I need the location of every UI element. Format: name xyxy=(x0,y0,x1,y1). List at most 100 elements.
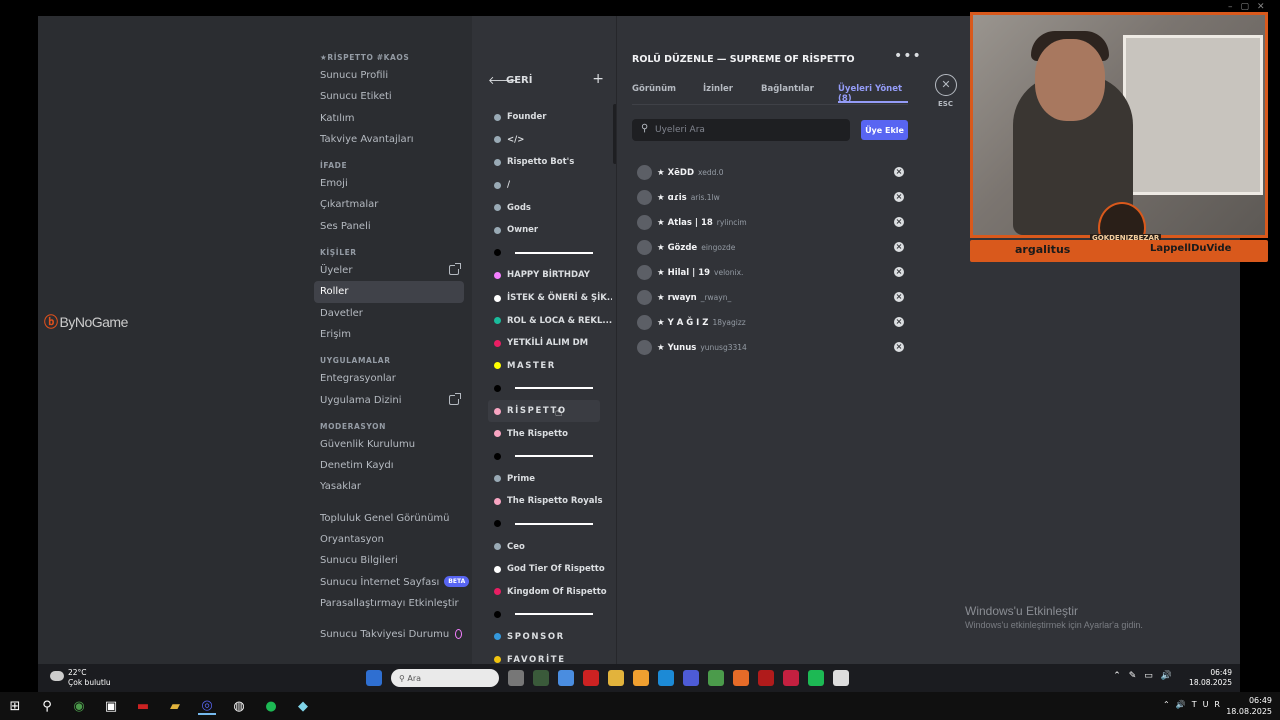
chrome-icon[interactable] xyxy=(708,670,724,686)
app-icon[interactable] xyxy=(583,670,599,686)
edge-icon[interactable] xyxy=(658,670,674,686)
add-member-button[interactable]: Üye Ekle xyxy=(861,120,908,140)
role-item[interactable]: FAVORİTE xyxy=(494,648,612,664)
app-icon[interactable] xyxy=(558,670,574,686)
sidebar-item[interactable]: Topluluk Genel Görünümü xyxy=(314,508,464,529)
member-row[interactable]: ★ Gözde eingozde × xyxy=(637,235,907,260)
role-item[interactable]: / xyxy=(494,174,612,197)
role-separator[interactable] xyxy=(494,242,612,265)
sidebar-item[interactable]: Ses Paneli xyxy=(314,216,464,237)
role-item[interactable]: SPONSOR xyxy=(494,626,612,649)
discord-icon[interactable]: ◎ xyxy=(198,697,216,715)
role-separator[interactable] xyxy=(494,513,612,536)
sidebar-item[interactable]: Çıkartmalar xyxy=(314,194,464,215)
back-button[interactable]: GERİ xyxy=(506,75,532,86)
role-item[interactable]: ROL & LOCA & REKL... xyxy=(494,309,612,332)
remove-member-icon[interactable]: × xyxy=(894,192,904,202)
role-item[interactable]: Founder xyxy=(494,106,612,129)
sidebar-item[interactable]: Oryantasyon xyxy=(314,529,464,550)
search-icon[interactable]: ⚲ xyxy=(38,697,56,715)
role-separator[interactable] xyxy=(494,603,612,626)
sidebar-item[interactable]: Yasaklar xyxy=(314,476,464,497)
member-row[interactable]: ★ Yunus yunusg3314 × xyxy=(637,335,907,360)
spotify-icon[interactable] xyxy=(808,670,824,686)
member-row[interactable]: ★ Atlas | 18 rylincim × xyxy=(637,210,907,235)
inner-clock[interactable]: 06:49 18.08.2025 xyxy=(1189,668,1232,688)
task-view-icon[interactable] xyxy=(508,670,524,686)
app-icon[interactable]: ▬ xyxy=(134,697,152,715)
more-options-button[interactable]: ••• xyxy=(894,48,922,64)
windows-start-icon[interactable] xyxy=(366,670,382,686)
sidebar-item[interactable]: Parasallaştırmayı Etkinleştir xyxy=(314,593,464,614)
remove-member-icon[interactable]: × xyxy=(894,217,904,227)
sidebar-item[interactable]: Erişim xyxy=(314,324,464,345)
remove-member-icon[interactable]: × xyxy=(894,267,904,277)
role-item[interactable]: The Rispetto Royals xyxy=(494,490,612,513)
sidebar-item[interactable]: Entegrasyonlar xyxy=(314,368,464,389)
app-icon[interactable]: ▣ xyxy=(102,697,120,715)
add-role-button[interactable]: + xyxy=(592,71,604,87)
member-row[interactable]: ★ Y A Ğ I Z 18yagizz × xyxy=(637,310,907,335)
role-item[interactable]: Ceo xyxy=(494,535,612,558)
app-icon[interactable] xyxy=(833,670,849,686)
sidebar-item[interactable]: Güvenlik Kurulumu xyxy=(314,434,464,455)
folder-icon[interactable]: ▰ xyxy=(166,697,184,715)
role-item[interactable]: RİSPETTO ☝ xyxy=(488,399,600,423)
remove-member-icon[interactable]: × xyxy=(894,342,904,352)
role-item[interactable]: YETKİLİ ALIM DM xyxy=(494,332,612,355)
role-item[interactable]: İSTEK & ÖNERİ & ŞİK... xyxy=(494,287,612,310)
role-item[interactable]: HAPPY BİRTHDAY xyxy=(494,264,612,287)
member-row[interactable]: ★ rwayn _rwayn_ × xyxy=(637,285,907,310)
tab-3[interactable]: Üyeleri Yönet (8) xyxy=(838,84,908,104)
role-item[interactable]: God Tier Of Rispetto xyxy=(494,558,612,581)
role-item[interactable]: MASTER xyxy=(494,355,612,378)
app-icon[interactable] xyxy=(758,670,774,686)
sidebar-item[interactable]: Emoji xyxy=(314,173,464,194)
member-search[interactable]: ⚲ xyxy=(632,119,850,141)
sidebar-item[interactable]: Sunucu Etiketi xyxy=(314,86,464,107)
role-item[interactable]: The Rispetto xyxy=(494,422,612,445)
folder-icon[interactable] xyxy=(608,670,624,686)
member-row[interactable]: ★ Hilal | 19 velonix. × xyxy=(637,260,907,285)
role-separator[interactable] xyxy=(494,445,612,468)
sidebar-item[interactable]: Takviye Avantajları xyxy=(314,129,464,150)
remove-member-icon[interactable]: × xyxy=(894,167,904,177)
inner-search-box[interactable]: ⚲ Ara xyxy=(391,669,499,687)
app-icon[interactable] xyxy=(533,670,549,686)
app-icon[interactable]: ◆ xyxy=(294,697,312,715)
remove-member-icon[interactable]: × xyxy=(894,317,904,327)
tab-1[interactable]: İzinler xyxy=(703,84,733,94)
member-row[interactable]: ★ ɑɾis aris.1lw × xyxy=(637,185,907,210)
chrome-icon[interactable]: ◉ xyxy=(70,697,88,715)
search-input[interactable] xyxy=(655,121,841,139)
role-item[interactable]: Rispetto Bot's xyxy=(494,151,612,174)
member-row[interactable]: ★ XēDD xedd.0 × xyxy=(637,160,907,185)
spotify-icon[interactable]: ● xyxy=(262,697,280,715)
sidebar-item[interactable]: Sunucu Takviyesi Durumu xyxy=(314,624,464,645)
remove-member-icon[interactable]: × xyxy=(894,292,904,302)
sidebar-item[interactable]: Sunucu İnternet Sayfası BETA xyxy=(314,572,470,593)
app-icon[interactable] xyxy=(783,670,799,686)
close-icon[interactable]: ✕ xyxy=(935,74,957,96)
outer-clock[interactable]: 06:49 18.08.2025 xyxy=(1226,695,1272,717)
tab-2[interactable]: Bağlantılar xyxy=(761,84,814,94)
sidebar-item[interactable]: Roller xyxy=(314,281,464,303)
sidebar-item[interactable]: Denetim Kaydı xyxy=(314,455,464,476)
sidebar-item[interactable]: Davetler xyxy=(314,303,464,324)
app-icon[interactable] xyxy=(633,670,649,686)
outer-system-tray[interactable]: ⌃🔊TUR xyxy=(1163,700,1226,709)
sidebar-item[interactable]: Uygulama Dizini xyxy=(314,390,464,411)
window-controls[interactable]: –▢✕ xyxy=(1228,2,1273,12)
firefox-icon[interactable] xyxy=(733,670,749,686)
windows-start-icon[interactable]: ⊞ xyxy=(6,697,24,715)
tab-0[interactable]: Görünüm xyxy=(632,84,676,94)
sidebar-item[interactable]: Sunucu Profili xyxy=(314,65,464,86)
role-item[interactable]: Gods xyxy=(494,196,612,219)
app-icon[interactable] xyxy=(683,670,699,686)
sidebar-item[interactable]: Üyeler xyxy=(314,260,464,281)
app-icon[interactable]: ◍ xyxy=(230,697,248,715)
role-separator[interactable] xyxy=(494,377,612,400)
role-item[interactable]: Kingdom Of Rispetto xyxy=(494,580,612,603)
role-item[interactable]: Prime xyxy=(494,468,612,491)
sidebar-item[interactable]: Sunucu Bilgileri xyxy=(314,550,464,571)
